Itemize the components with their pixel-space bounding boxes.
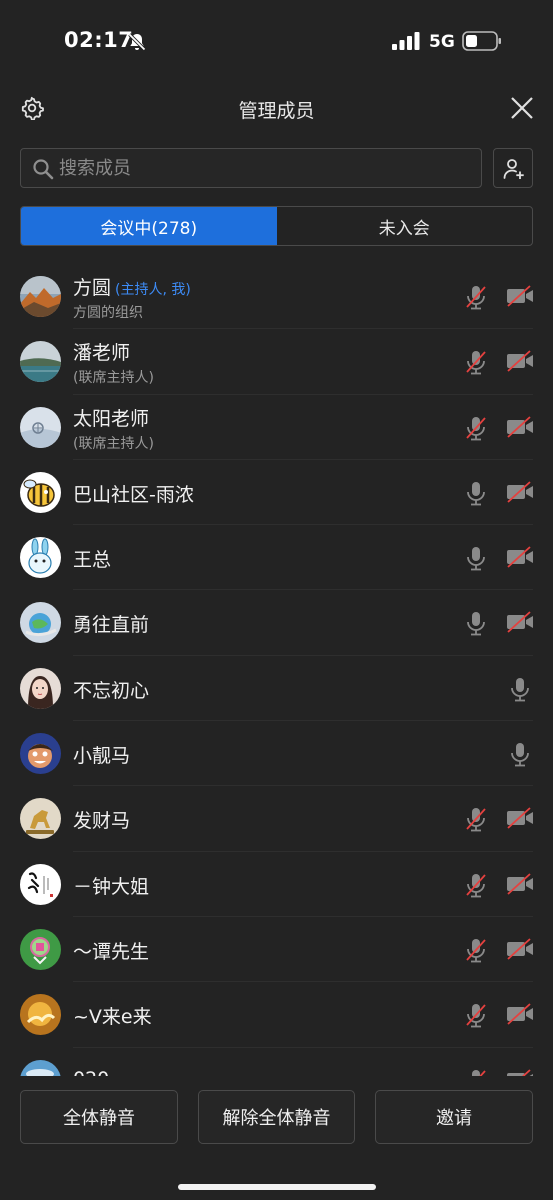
tab-in-meeting[interactable]: 会议中(278)	[21, 207, 277, 245]
camera-off-icon[interactable]	[506, 873, 534, 895]
green-badge-avatar	[20, 928, 61, 970]
home-indicator[interactable]	[178, 1184, 376, 1190]
mic-muted-icon[interactable]	[464, 284, 488, 310]
member-name: 020	[73, 1068, 109, 1076]
member-name: 方圆 (主持人, 我)	[73, 277, 191, 299]
member-name: －钟大姐	[73, 875, 150, 898]
add-member-button[interactable]	[493, 148, 533, 188]
member-row[interactable]: 太阳老师 (联席主持人)	[0, 395, 553, 460]
camera-off-icon[interactable]	[506, 1068, 534, 1076]
member-row[interactable]: 方圆 (主持人, 我) 方圆的组织	[0, 264, 553, 330]
member-name: 巴山社区-雨浓	[73, 483, 194, 506]
member-row[interactable]: 王总	[0, 525, 553, 591]
member-name: 潘老师	[73, 342, 131, 365]
mic-muted-icon[interactable]	[464, 349, 488, 375]
camera-off-icon[interactable]	[506, 350, 534, 372]
camera-off-icon[interactable]	[506, 546, 534, 568]
member-row[interactable]: 发财马	[0, 786, 553, 852]
bell-muted-icon	[128, 33, 146, 51]
camera-off-icon[interactable]	[506, 481, 534, 503]
member-row[interactable]: ~V来e来	[0, 982, 553, 1048]
member-row[interactable]: 巴山社区-雨浓	[0, 460, 553, 526]
mic-on-icon[interactable]	[464, 610, 488, 636]
member-name: 勇往直前	[73, 614, 150, 637]
member-name: 不忘初心	[73, 679, 150, 702]
member-row[interactable]: 小靓马	[0, 721, 553, 787]
mic-on-icon[interactable]	[464, 480, 488, 506]
mic-muted-icon[interactable]	[464, 1068, 488, 1076]
golden-hands-avatar	[20, 994, 61, 1036]
close-icon[interactable]	[509, 95, 535, 121]
hands-globe-avatar	[20, 602, 61, 644]
golden-horse-avatar	[20, 798, 61, 840]
mic-muted-icon[interactable]	[464, 937, 488, 963]
mic-muted-icon[interactable]	[464, 415, 488, 441]
mic-on-icon[interactable]	[508, 741, 532, 767]
add-user-icon	[503, 159, 524, 179]
calligraphy-avatar	[20, 863, 61, 905]
camera-off-icon[interactable]	[506, 285, 534, 307]
mic-muted-icon[interactable]	[464, 806, 488, 832]
camera-off-icon[interactable]	[506, 938, 534, 960]
member-name: 太阳老师	[73, 407, 150, 430]
bee-cartoon-avatar	[20, 471, 61, 513]
member-name: 王总	[73, 549, 112, 572]
cartoon-boy-avatar	[20, 733, 61, 775]
battery-icon	[462, 31, 501, 51]
member-row[interactable]: ～谭先生	[0, 917, 553, 983]
header: 管理成员	[0, 86, 553, 130]
invite-button[interactable]: 邀请	[375, 1090, 533, 1144]
host-tag: (主持人, 我)	[115, 282, 191, 298]
member-row[interactable]: －钟大姐	[0, 852, 553, 917]
search-box[interactable]	[20, 148, 482, 188]
rabbit-cartoon-avatar	[20, 537, 61, 579]
member-list[interactable]: 方圆 (主持人, 我) 方圆的组织 潘老师 (联席主持人) 太阳老师 (联席主持人…	[0, 264, 553, 1076]
camera-off-icon[interactable]	[506, 415, 534, 438]
page-title: 管理成员	[238, 100, 315, 122]
camera-off-icon[interactable]	[506, 611, 534, 634]
member-name: 小靓马	[73, 745, 131, 768]
network-label: 5G	[429, 32, 455, 52]
mic-muted-icon[interactable]	[464, 872, 488, 898]
status-bar: 02:17 5G	[0, 0, 553, 80]
member-subtitle: 方圆的组织	[73, 305, 143, 321]
mic-on-icon[interactable]	[464, 545, 488, 571]
member-name: 发财马	[73, 810, 131, 833]
camera-off-icon[interactable]	[506, 1003, 534, 1025]
member-name: ~V来e来	[73, 1006, 152, 1029]
girl-photo-avatar	[20, 667, 61, 709]
search-icon	[33, 159, 54, 180]
tab-not-joined[interactable]: 未入会	[277, 207, 533, 245]
search-input[interactable]	[59, 149, 469, 187]
member-subtitle: (联席主持人)	[73, 370, 154, 387]
snow-landscape-avatar	[20, 406, 61, 448]
member-row[interactable]: 不忘初心	[0, 656, 553, 722]
camera-off-icon[interactable]	[506, 807, 534, 830]
member-row[interactable]: 勇往直前	[0, 590, 553, 656]
member-subtitle: (联席主持人)	[73, 435, 154, 452]
lake-landscape-avatar	[20, 341, 61, 383]
unmute-all-button[interactable]: 解除全体静音	[198, 1090, 355, 1144]
mic-muted-icon[interactable]	[464, 1002, 488, 1028]
member-row[interactable]: 潘老师 (联席主持人)	[0, 329, 553, 395]
sky-photo-avatar	[20, 1059, 61, 1076]
member-name: ～谭先生	[73, 940, 150, 963]
mountain-sunset-avatar	[20, 276, 61, 317]
status-time: 02:17	[64, 28, 134, 52]
signal-icon	[392, 32, 420, 50]
member-tabs: 会议中(278) 未入会	[20, 206, 533, 246]
mute-all-button[interactable]: 全体静音	[20, 1090, 178, 1144]
bottom-action-bar: 全体静音 解除全体静音 邀请	[0, 1076, 553, 1200]
mic-on-icon[interactable]	[508, 676, 532, 702]
member-row[interactable]: 020	[0, 1048, 553, 1076]
